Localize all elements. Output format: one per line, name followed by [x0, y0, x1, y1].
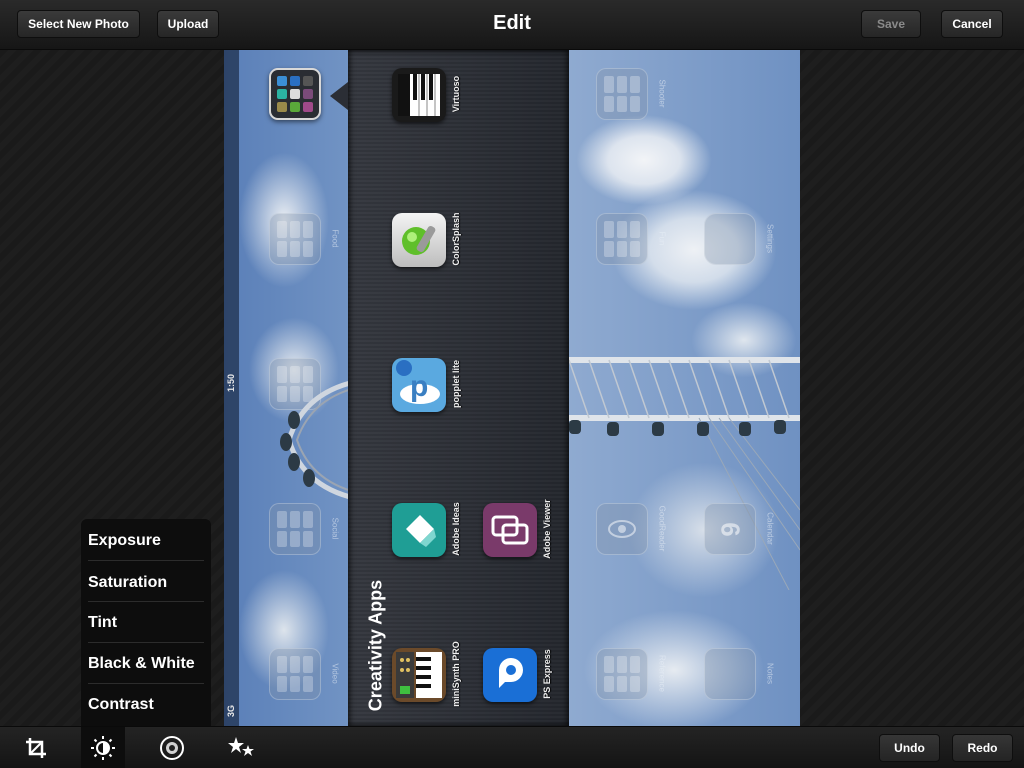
app-label-popplet: popplet lite	[451, 360, 461, 408]
app-label-virtuoso: Virtuoso	[451, 75, 461, 113]
ghost-icon	[596, 648, 648, 700]
goodreader-ghost-icon	[596, 503, 648, 555]
save-button[interactable]: Save	[861, 10, 921, 38]
undo-button[interactable]: Undo	[879, 734, 940, 762]
ghost-label: Shooter	[657, 79, 667, 108]
redo-button[interactable]: Redo	[952, 734, 1013, 762]
settings-gear-ghost-icon	[704, 213, 756, 265]
bottom-toolbar: Undo Redo	[0, 726, 1024, 768]
ghost-label: Reference	[657, 655, 667, 692]
ghost-icon	[596, 213, 648, 265]
app-label-adobe-viewer: Adobe Viewer	[542, 499, 552, 559]
app-label-ps-express: PS Express	[542, 649, 552, 699]
ps-express-icon[interactable]	[483, 648, 537, 702]
photo-canvas[interactable]: 1:50 3G Food Social Video Shooter Fun Se…	[224, 50, 800, 726]
status-bar: 1:50 3G	[224, 50, 239, 726]
ghost-label: Calendar	[765, 512, 775, 545]
calendar-ghost-icon: 6	[704, 503, 756, 555]
status-time: 1:50	[226, 374, 236, 393]
ghost-icon	[596, 68, 648, 120]
adobe-ideas-icon[interactable]	[392, 503, 446, 557]
menu-item-contrast[interactable]: Contrast	[88, 683, 204, 724]
notes-ghost-icon	[704, 648, 756, 700]
ghost-label: Settings	[765, 224, 775, 253]
app-label-colorsplash: ColorSplash	[451, 212, 461, 266]
piano-icon[interactable]	[392, 68, 446, 122]
app-label-minisynth: miniSynth PRO	[451, 641, 461, 707]
popplet-icon[interactable]: p	[392, 358, 446, 412]
cancel-button[interactable]: Cancel	[941, 10, 1003, 38]
folder-pointer	[330, 82, 348, 110]
crop-icon[interactable]	[14, 727, 58, 768]
ghost-label: Video	[330, 663, 340, 684]
ghost-label: Notes	[765, 663, 775, 684]
focus-icon[interactable]	[150, 727, 194, 768]
ghost-label: Fun	[657, 231, 667, 246]
app-label-adobe-ideas: Adobe Ideas	[451, 502, 461, 556]
colorsplash-icon[interactable]	[392, 213, 446, 267]
folder-icon	[269, 68, 321, 120]
ghost-icon	[269, 213, 321, 265]
top-toolbar: Select New Photo Upload Edit Save Cancel	[0, 0, 1024, 50]
adjust-menu: Exposure Saturation Tint Black & White C…	[81, 519, 211, 726]
status-network: 3G	[226, 705, 236, 718]
brightness-icon[interactable]	[81, 727, 125, 768]
menu-item-tint[interactable]: Tint	[88, 601, 204, 642]
folder-panel: Virtuoso ColorSplash p popplet lite Adob…	[348, 50, 569, 726]
menu-item-black-white[interactable]: Black & White	[88, 642, 204, 683]
menu-item-saturation[interactable]: Saturation	[88, 561, 204, 602]
ghost-label: Food	[330, 229, 340, 248]
ghost-icon	[269, 648, 321, 700]
adobe-viewer-icon[interactable]	[483, 503, 537, 557]
svg-text:p: p	[410, 370, 428, 403]
ghost-label: GoodReader	[657, 505, 667, 552]
folder-name: Creativity Apps	[365, 579, 386, 712]
effects-icon[interactable]	[220, 727, 264, 768]
menu-item-exposure[interactable]: Exposure	[88, 519, 204, 560]
synth-icon[interactable]	[392, 648, 446, 702]
